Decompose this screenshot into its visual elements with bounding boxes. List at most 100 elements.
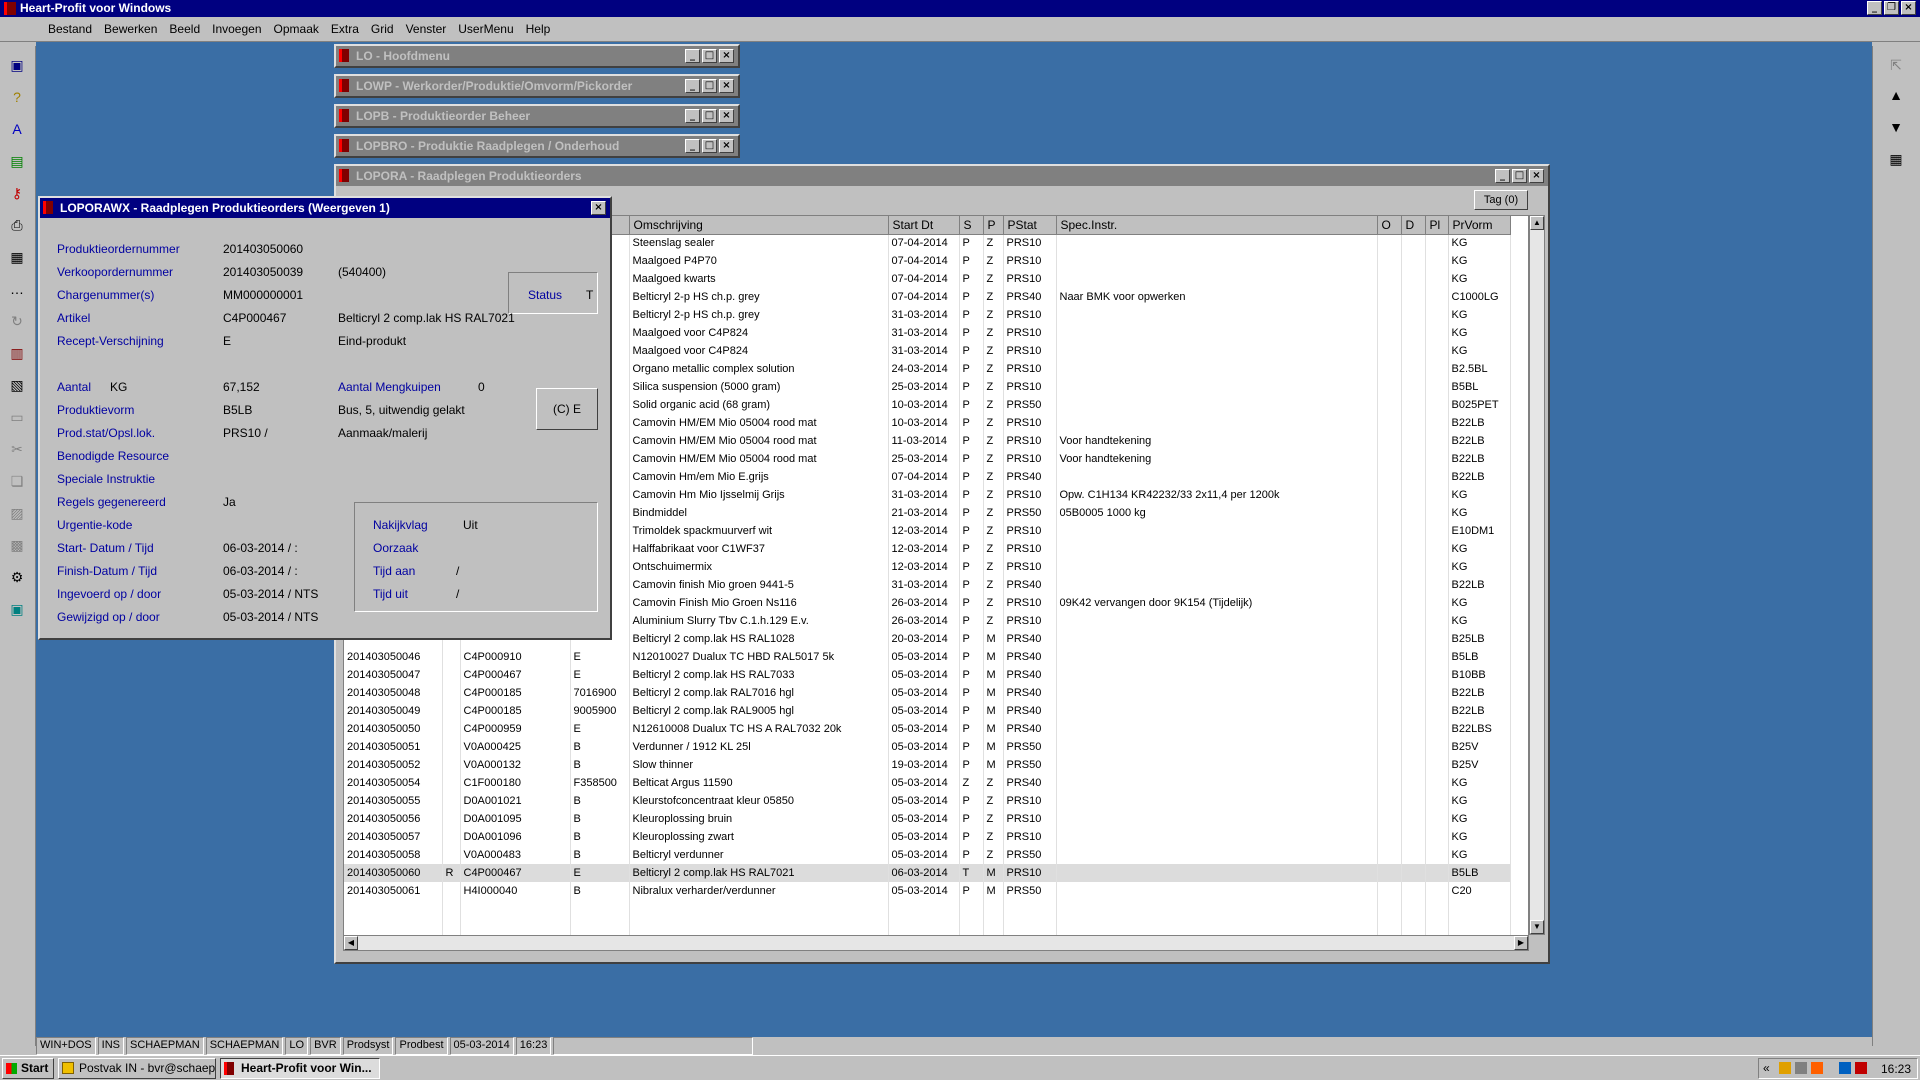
taskbar-item-heartprofit[interactable]: Heart-Profit voor Win... xyxy=(220,1058,380,1079)
tray-network-icon[interactable] xyxy=(1839,1062,1851,1074)
maximize-button[interactable]: □ xyxy=(702,79,717,93)
taskbar-item-outlook[interactable]: Postvak IN - bvr@schaep... xyxy=(58,1058,216,1079)
start-button[interactable]: Start xyxy=(2,1058,54,1079)
menu-beeld[interactable]: Beeld xyxy=(163,22,206,36)
maximize-button[interactable]: □ xyxy=(702,139,717,153)
delete-icon[interactable]: ▩ xyxy=(6,534,28,556)
menu-bewerken[interactable]: Bewerken xyxy=(98,22,163,36)
table-row[interactable] xyxy=(344,918,1511,936)
mdi-window-lopb[interactable]: LOPB - Produktieorder Beheer _ □ × xyxy=(334,104,740,128)
table-row[interactable]: 201403050060 R C4P000467 E Belticryl 2 comp.… xyxy=(344,864,1511,882)
esc-icon[interactable]: ⇱ xyxy=(1885,54,1907,76)
close-button[interactable]: × xyxy=(719,139,734,153)
print-icon[interactable]: ⎙ xyxy=(6,214,28,236)
table-row[interactable]: 201403050061 H4I000040 B Nibralux verharder… xyxy=(344,882,1511,900)
scroll-up-icon[interactable]: ▲ xyxy=(1885,84,1907,106)
table-row[interactable]: 201403050055 D0A001021 B Kleurstofconcentra… xyxy=(344,792,1511,810)
table-row[interactable]: 201403050056 D0A001095 B Kleuroplossing bru… xyxy=(344,810,1511,828)
mdi-window-lowp[interactable]: LOWP - Werkorder/Produktie/Omvorm/Pickor… xyxy=(334,74,740,98)
minimize-button[interactable]: _ xyxy=(685,139,700,153)
settings-icon[interactable]: ⚙ xyxy=(6,566,28,588)
grid-vertical-scrollbar[interactable]: ▲ ▼ xyxy=(1529,215,1545,935)
chart-icon[interactable]: ▧ xyxy=(6,374,28,396)
minimize-button[interactable]: _ xyxy=(685,79,700,93)
form-icon[interactable]: ▦ xyxy=(6,246,28,268)
dialog-close-button[interactable]: × xyxy=(591,201,606,215)
grid-column-header[interactable]: PrVorm xyxy=(1448,216,1511,235)
menu-usermenu[interactable]: UserMenu xyxy=(452,22,519,36)
tag-button[interactable]: Tag (0) xyxy=(1474,190,1528,210)
dots-icon[interactable]: … xyxy=(6,278,28,300)
scroll-left-arrow-icon[interactable]: ◀ xyxy=(344,936,358,950)
grid-column-header[interactable]: S xyxy=(959,216,984,235)
image-icon[interactable]: ▣ xyxy=(6,598,28,620)
key-icon[interactable]: ⚷ xyxy=(6,182,28,204)
grid-column-header[interactable]: Omschrijving xyxy=(629,216,889,235)
help-icon[interactable]: ? xyxy=(6,86,28,108)
table-row[interactable]: 201403050058 V0A000483 B Belticryl verdunne… xyxy=(344,846,1511,864)
close-button[interactable]: × xyxy=(1529,169,1544,183)
ce-button[interactable]: (C) E xyxy=(536,388,598,430)
mdi-window-lopbro[interactable]: LOPBRO - Produktie Raadplegen / Onderhou… xyxy=(334,134,740,158)
maximize-button[interactable]: □ xyxy=(1512,169,1527,183)
maximize-button[interactable]: □ xyxy=(702,109,717,123)
document-icon[interactable]: ▥ xyxy=(6,342,28,364)
scroll-down-arrow-icon[interactable]: ▼ xyxy=(1530,920,1544,934)
tray-app-icon[interactable] xyxy=(1779,1062,1791,1074)
minimize-button[interactable]: _ xyxy=(1495,169,1510,183)
table-row[interactable]: 201403050050 C4P000959 E N12610008 Dualux T… xyxy=(344,720,1511,738)
table-row[interactable]: 201403050046 C4P000910 E N12010027 Dualux T… xyxy=(344,648,1511,666)
minimize-button[interactable]: _ xyxy=(685,49,700,63)
table-cell: Belticryl 2 comp.lak RAL7016 hgl xyxy=(629,684,889,702)
menu-venster[interactable]: Venster xyxy=(400,22,453,36)
menu-extra[interactable]: Extra xyxy=(325,22,365,36)
scroll-down-icon[interactable]: ▼ xyxy=(1885,116,1907,138)
scroll-up-arrow-icon[interactable]: ▲ xyxy=(1530,216,1544,230)
table-row[interactable]: 201403050051 V0A000425 B Verdunner / 1912 K… xyxy=(344,738,1511,756)
grid-column-header[interactable]: Spec.Instr. xyxy=(1056,216,1378,235)
cut-icon[interactable]: ✂ xyxy=(6,438,28,460)
menu-bestand[interactable]: Bestand xyxy=(42,22,98,36)
table-row[interactable]: 201403050052 V0A000132 B Slow thinner 19-03-… xyxy=(344,756,1511,774)
scroll-right-arrow-icon[interactable]: ▶ xyxy=(1514,936,1528,950)
tray-printer-icon[interactable] xyxy=(1795,1062,1807,1074)
menu-grid[interactable]: Grid xyxy=(365,22,400,36)
tray-security-icon[interactable] xyxy=(1811,1062,1823,1074)
menu-opmaak[interactable]: Opmaak xyxy=(268,22,325,36)
font-icon[interactable]: A xyxy=(6,118,28,140)
grid-column-header[interactable]: D xyxy=(1401,216,1426,235)
table-row[interactable]: 201403050049 C4P000185 9005900 Belticryl 2 … xyxy=(344,702,1511,720)
refresh-icon[interactable]: ↻ xyxy=(6,310,28,332)
menu-invoegen[interactable]: Invoegen xyxy=(206,22,267,36)
grid-column-header[interactable]: Start Dt xyxy=(888,216,960,235)
tray-expand-icon[interactable]: « xyxy=(1763,1061,1770,1075)
restore-button[interactable]: ❐ xyxy=(1884,1,1899,15)
mdi-window-hoofdmenu[interactable]: LO - Hoofdmenu _ □ × xyxy=(334,44,740,68)
minimize-button[interactable]: _ xyxy=(1867,1,1882,15)
table-row[interactable] xyxy=(344,900,1511,918)
table-row[interactable]: 201403050054 C1F000180 F358500 Belticat Arg… xyxy=(344,774,1511,792)
close-button[interactable]: × xyxy=(719,109,734,123)
dashboard-icon[interactable]: ▣ xyxy=(6,54,28,76)
calculator-icon[interactable]: ▦ xyxy=(1885,148,1907,170)
grid-column-header[interactable]: Pl xyxy=(1425,216,1449,235)
close-button[interactable]: × xyxy=(719,49,734,63)
tray-alert-icon[interactable] xyxy=(1855,1062,1867,1074)
table-row[interactable]: 201403050047 C4P000467 E Belticryl 2 comp.l… xyxy=(344,666,1511,684)
minimize-button[interactable]: _ xyxy=(685,109,700,123)
grid-column-header[interactable]: P xyxy=(983,216,1004,235)
grid-column-header[interactable]: PStat xyxy=(1003,216,1057,235)
grid-horizontal-scrollbar[interactable]: ◀ ▶ xyxy=(343,935,1529,951)
paste-icon[interactable]: ▨ xyxy=(6,502,28,524)
maximize-button[interactable]: □ xyxy=(702,49,717,63)
menu-help[interactable]: Help xyxy=(520,22,557,36)
grid-column-header[interactable]: O xyxy=(1377,216,1402,235)
window-icon[interactable]: ▭ xyxy=(6,406,28,428)
close-button[interactable]: × xyxy=(719,79,734,93)
table-row[interactable]: 201403050057 D0A001096 B Kleuroplossing zwa… xyxy=(344,828,1511,846)
copy-icon[interactable]: ❏ xyxy=(6,470,28,492)
export-icon[interactable]: ▤ xyxy=(6,150,28,172)
tray-clock[interactable]: 16:23 xyxy=(1881,1062,1911,1076)
close-button[interactable]: × xyxy=(1901,1,1916,15)
table-row[interactable]: 201403050048 C4P000185 7016900 Belticryl 2 … xyxy=(344,684,1511,702)
